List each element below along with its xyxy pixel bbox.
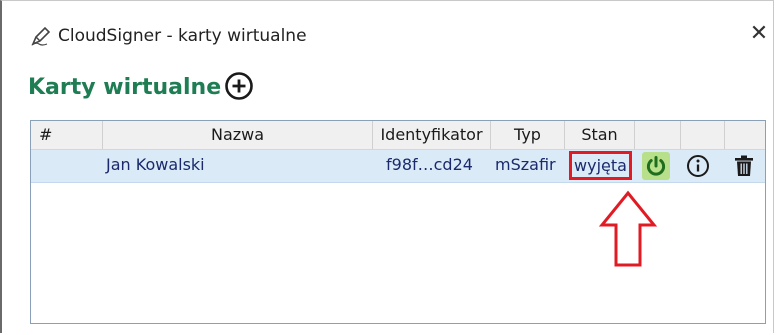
info-icon[interactable] — [684, 152, 712, 180]
pen-icon — [31, 26, 51, 46]
column-header-type[interactable]: Typ — [491, 121, 565, 149]
card-type: mSzafir — [495, 155, 556, 174]
window-title: CloudSigner - karty wirtualne — [58, 26, 307, 46]
column-header-delete — [725, 121, 765, 149]
column-header-status[interactable]: Stan — [565, 121, 635, 149]
plus-circle-icon[interactable] — [224, 71, 254, 101]
power-icon[interactable] — [642, 152, 670, 180]
column-header-number[interactable]: # — [31, 121, 103, 149]
column-header-id[interactable]: Identyfikator — [373, 121, 491, 149]
page-heading: Karty wirtualne — [28, 75, 222, 100]
table-row[interactable]: Jan Kowalski f98f…cd24 mSzafir wyjęta — [31, 150, 765, 183]
table-header: # Nazwa Identyfikator Typ Stan — [31, 121, 765, 150]
card-identifier: f98f…cd24 — [386, 155, 473, 174]
trash-icon[interactable] — [730, 152, 758, 180]
column-header-power — [635, 121, 681, 149]
card-status: wyjęta — [569, 151, 632, 180]
title-bar: CloudSigner - karty wirtualne ✕ — [2, 1, 774, 51]
up-arrow-icon — [598, 190, 658, 267]
column-header-info — [681, 121, 725, 149]
column-header-name[interactable]: Nazwa — [103, 121, 373, 149]
cloudsigner-window: CloudSigner - karty wirtualne ✕ Karty wi… — [0, 0, 774, 333]
close-button[interactable]: ✕ — [746, 21, 772, 47]
card-name: Jan Kowalski — [106, 155, 205, 174]
